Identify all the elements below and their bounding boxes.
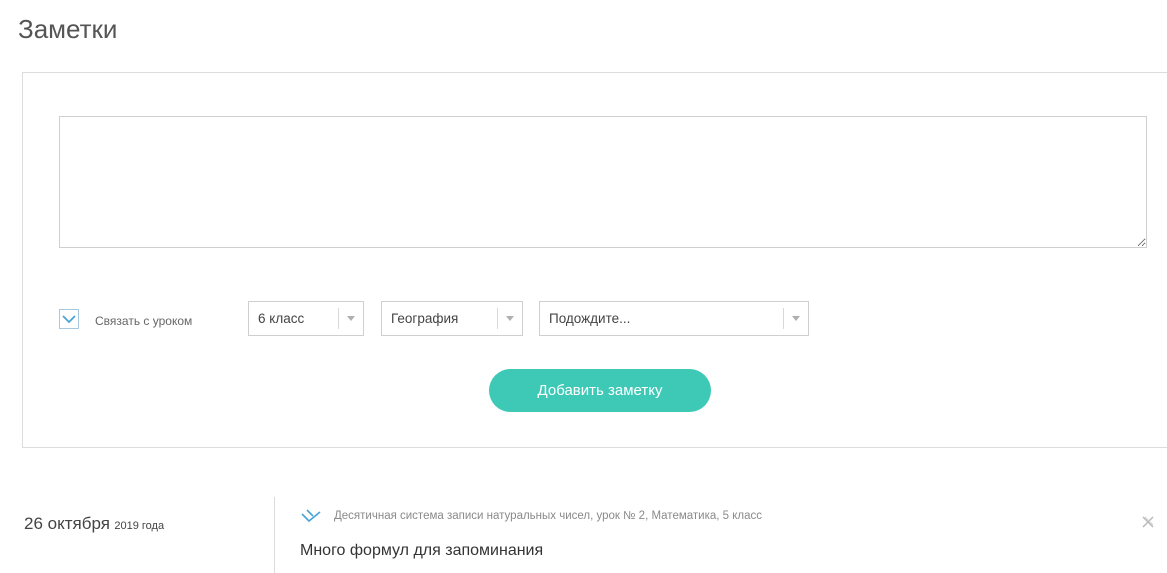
class-select-value: 6 класс xyxy=(258,311,305,326)
lesson-select[interactable]: Подождите... xyxy=(539,301,809,336)
note-form-card: Связать с уроком 6 класс География Подож… xyxy=(22,72,1167,448)
note-text: Много формул для запоминания xyxy=(300,542,544,559)
note-date-day: 26 октября xyxy=(24,514,110,533)
note-date-year: 2019 года xyxy=(114,520,165,532)
note-date: 26 октября 2019 года xyxy=(24,514,164,534)
link-lesson-checkbox[interactable] xyxy=(59,309,79,329)
subject-select[interactable]: География xyxy=(381,301,523,336)
chevron-down-icon[interactable] xyxy=(498,316,522,321)
notes-page: Заметки Связать с уроком 6 класс Географ… xyxy=(0,0,1167,573)
add-note-button[interactable]: Добавить заметку xyxy=(489,369,711,412)
delete-icon[interactable] xyxy=(1141,515,1155,529)
pin-icon xyxy=(301,509,321,523)
note-lesson-link[interactable]: Десятичная система записи натуральных чи… xyxy=(300,508,762,524)
checkmark-icon xyxy=(62,315,76,324)
class-select[interactable]: 6 класс xyxy=(248,301,364,336)
chevron-down-icon[interactable] xyxy=(339,316,363,321)
note-textarea[interactable] xyxy=(59,116,1147,248)
note-divider xyxy=(274,497,275,573)
note-lesson-text: Десятичная система записи натуральных чи… xyxy=(334,510,763,522)
page-title: Заметки xyxy=(18,14,118,44)
chevron-down-icon[interactable] xyxy=(784,316,808,321)
subject-select-value: География xyxy=(391,311,459,326)
lesson-select-value: Подождите... xyxy=(549,311,631,326)
link-lesson-label: Связать с уроком xyxy=(95,314,193,328)
